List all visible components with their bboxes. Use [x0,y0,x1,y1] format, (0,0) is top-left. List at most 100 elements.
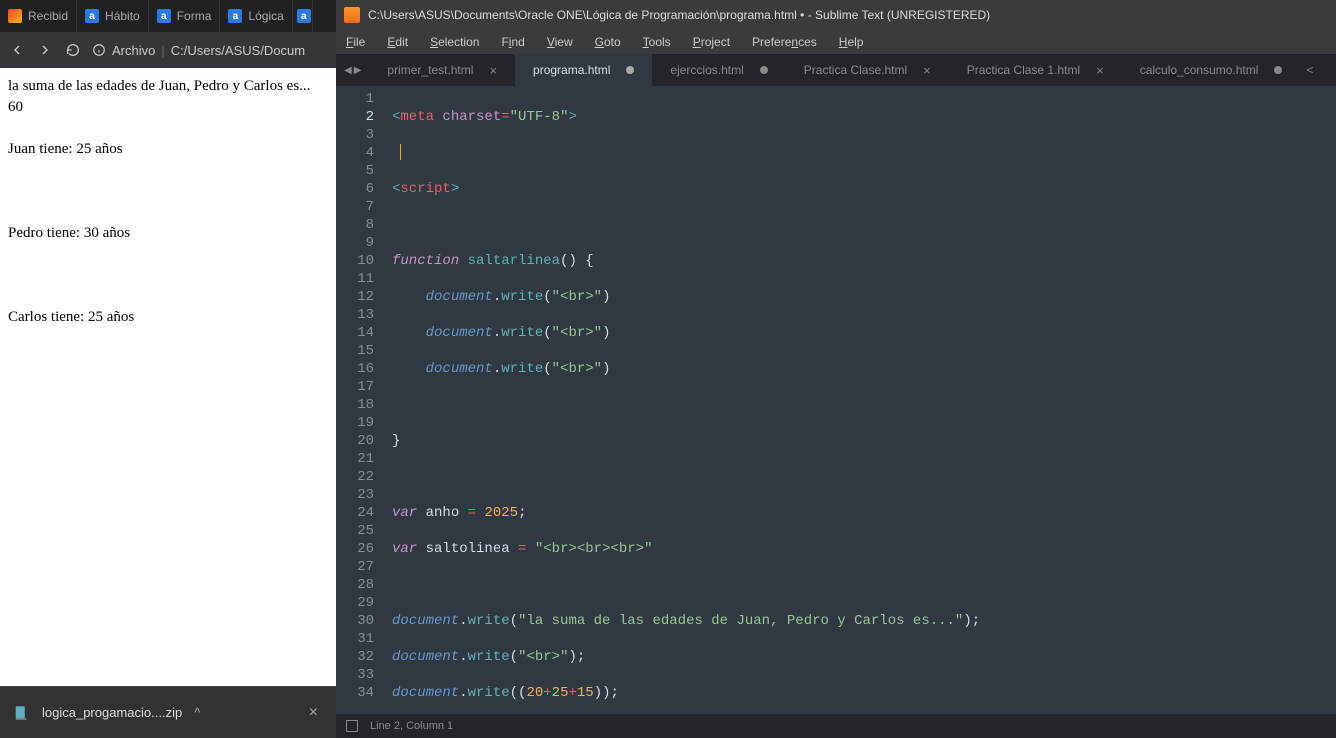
tab-label: programa.html [533,63,610,77]
alura-icon: a [228,9,242,23]
close-download-button[interactable]: × [303,698,324,728]
line-number: 19 [336,414,374,432]
browser-tab[interactable]: a Hábito [77,0,149,32]
line-number: 22 [336,468,374,486]
chevron-left-icon[interactable]: ◀ [344,65,352,76]
back-button[interactable] [8,41,26,59]
tab-label: < [1306,63,1313,77]
line-number: 27 [336,558,374,576]
browser-tabs: Recibid a Hábito a Forma a Lógica a [0,0,336,32]
dirty-indicator-icon [760,66,768,74]
file-icon [12,704,30,722]
line-number: 34 [336,684,374,702]
line-number: 25 [336,522,374,540]
alura-icon: a [297,9,311,23]
panel-toggle-icon[interactable] [346,720,358,732]
tab-label: ejerccios.html [670,63,743,77]
line-number: 7 [336,198,374,216]
line-number: 9 [336,234,374,252]
editor-tab[interactable]: Practica Clase.html × [786,54,949,86]
dirty-indicator-icon [626,66,634,74]
address-bar[interactable]: Archivo | C:/Users/ASUS/Docum [92,43,305,58]
tab-label: Recibid [28,9,68,23]
line-number: 20 [336,432,374,450]
cursor-position: Line 2, Column 1 [370,720,453,732]
info-icon [92,43,106,57]
chevron-up-icon[interactable]: ^ [194,705,200,720]
forward-button[interactable] [36,41,54,59]
url-scheme: Archivo [112,43,155,58]
editor-tab[interactable]: calculo_consumo.html [1122,54,1301,86]
tab-label: Practica Clase 1.html [967,63,1080,77]
line-number: 2 [336,108,374,126]
menu-help[interactable]: Help [835,33,868,51]
menu-edit[interactable]: Edit [383,33,412,51]
url-path: C:/Users/ASUS/Docum [171,43,305,58]
chevron-right-icon[interactable]: ▶ [354,65,362,76]
menu-selection[interactable]: Selection [426,33,483,51]
editor-tab-active[interactable]: programa.html [515,54,652,86]
menu-goto[interactable]: Goto [591,33,625,51]
editor-tab-bar: ◀ ▶ primer_test.html × programa.html eje… [336,54,1336,86]
line-number: 8 [336,216,374,234]
line-number: 18 [336,396,374,414]
line-number: 4 [336,144,374,162]
download-bar: logica_progamacio....zip ^ × [0,686,336,738]
line-number: 16 [336,360,374,378]
line-number: 17 [336,378,374,396]
editor-tab[interactable]: Practica Clase 1.html × [949,54,1122,86]
line-number: 28 [336,576,374,594]
browser-tab-gmail[interactable]: Recibid [0,0,77,32]
menu-find[interactable]: Find [497,33,528,51]
line-number: 31 [336,630,374,648]
status-bar: Line 2, Column 1 [336,714,1336,738]
line-number: 3 [336,126,374,144]
tab-close-button[interactable]: × [923,63,931,78]
editor-tab[interactable]: ejerccios.html [652,54,785,86]
line-number: 24 [336,504,374,522]
tab-close-button[interactable]: × [1096,63,1104,78]
line-number: 29 [336,594,374,612]
tab-history-nav[interactable]: ◀ ▶ [336,54,369,86]
line-number: 21 [336,450,374,468]
browser-tab[interactable]: a Lógica [220,0,292,32]
editor[interactable]: 1234567891011121314151617181920212223242… [336,86,1336,714]
menu-tools[interactable]: Tools [639,33,675,51]
tab-label: Lógica [248,9,283,23]
line-number: 15 [336,342,374,360]
line-number: 11 [336,270,374,288]
line-number: 33 [336,666,374,684]
menu-view[interactable]: View [543,33,577,51]
tab-label: Hábito [105,9,140,23]
editor-tab[interactable]: primer_test.html × [369,54,515,86]
menu-project[interactable]: Project [689,33,734,51]
line-number: 13 [336,306,374,324]
text-cursor [400,144,401,160]
browser-tab[interactable]: a [293,0,313,32]
dirty-indicator-icon [1274,66,1282,74]
menu-file[interactable]: File [342,33,369,51]
browser-window: Recibid a Hábito a Forma a Lógica a Arch… [0,0,336,738]
download-name[interactable]: logica_progamacio....zip [42,705,182,720]
reload-button[interactable] [64,41,82,59]
line-number: 23 [336,486,374,504]
line-number: 26 [336,540,374,558]
line-number: 5 [336,162,374,180]
gmail-icon [8,9,22,23]
page-text: Juan tiene: 25 años [8,139,328,160]
tab-close-button[interactable]: × [489,63,497,78]
line-gutter: 1234567891011121314151617181920212223242… [336,86,384,714]
line-number: 12 [336,288,374,306]
title-bar: C:\Users\ASUS\Documents\Oracle ONE\Lógic… [336,0,1336,30]
tab-label: Forma [177,9,212,23]
menu-preferences[interactable]: Preferences [748,33,821,51]
alura-icon: a [85,9,99,23]
browser-tab[interactable]: a Forma [149,0,221,32]
page-text: la suma de las edades de Juan, Pedro y C… [8,76,328,97]
code-area[interactable]: <meta charset="UTF-8"> <script> function… [384,86,1336,714]
sublime-icon [344,7,360,23]
line-number: 1 [336,90,374,108]
editor-tab[interactable]: < [1300,54,1319,86]
tab-label: Practica Clase.html [804,63,907,77]
line-number: 14 [336,324,374,342]
